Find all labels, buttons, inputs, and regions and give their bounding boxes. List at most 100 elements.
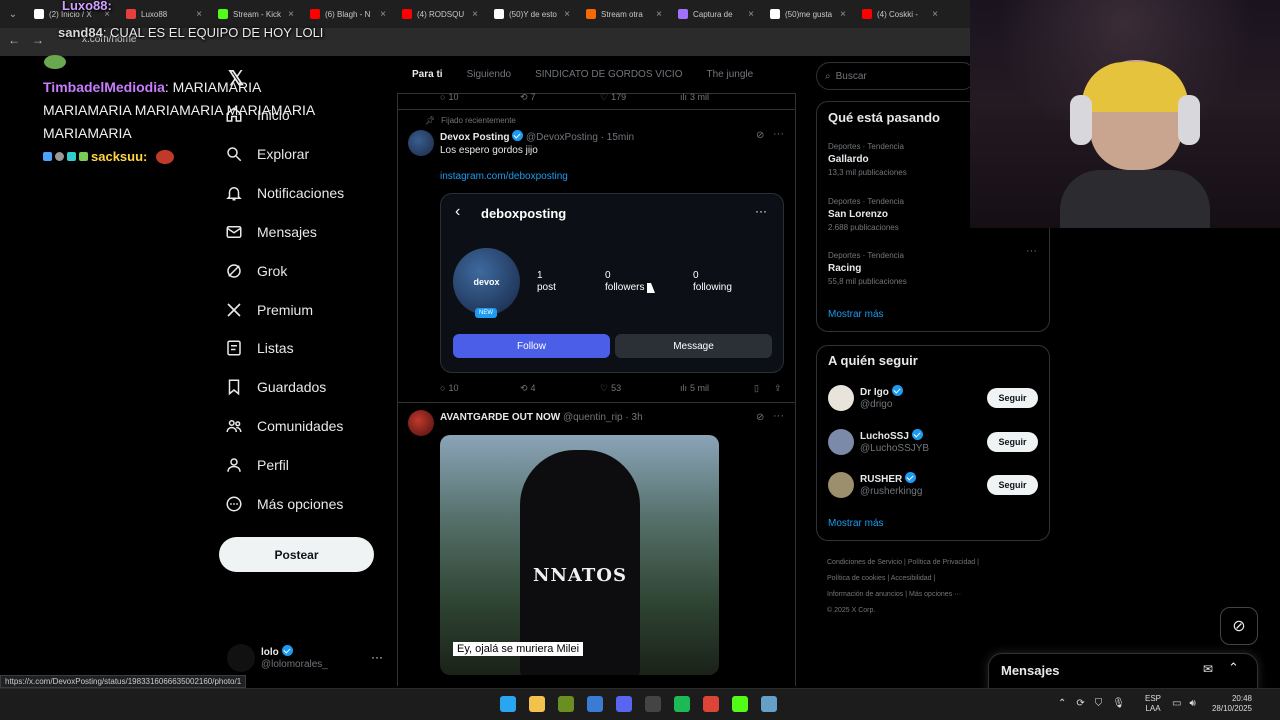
post-avatar[interactable] — [408, 130, 434, 156]
post-link[interactable]: instagram.com/deboxposting — [440, 171, 568, 182]
post-handle[interactable]: @DevoxPosting — [526, 132, 598, 143]
views-button[interactable]: ılı 3 mil — [680, 92, 750, 102]
forward-icon[interactable]: → — [32, 33, 44, 47]
footer-link[interactable]: Información de anuncios — [827, 591, 903, 598]
nav-item-grok[interactable]: Grok — [225, 258, 287, 284]
clock[interactable]: 20:48 28/10/2025 — [1208, 694, 1252, 714]
close-icon[interactable]: × — [748, 9, 754, 20]
nav-item-más-opciones[interactable]: Más opciones — [225, 491, 343, 517]
discord-icon[interactable] — [616, 696, 632, 712]
reply-button[interactable]: ○ 10 — [440, 383, 520, 393]
follow-show-more[interactable]: Mostrar más — [828, 518, 884, 529]
more-icon[interactable]: ··· — [371, 650, 383, 664]
trends-show-more[interactable]: Mostrar más — [828, 309, 884, 320]
volume-icon[interactable]: 🔊︎ — [1189, 698, 1195, 709]
browser-tab[interactable]: Stream - Kick × — [210, 1, 302, 27]
like-button[interactable]: ♡ 179 — [600, 92, 680, 103]
browser-tab[interactable]: (50)me gusta × — [762, 1, 854, 27]
nav-item-explorar[interactable]: Explorar — [225, 141, 309, 167]
close-icon[interactable]: × — [840, 9, 846, 20]
chrome-icon[interactable] — [703, 696, 719, 712]
nav-item-mensajes[interactable]: Mensajes — [225, 219, 317, 245]
post-handle[interactable]: @quentin_rip — [563, 412, 623, 423]
feed-tab[interactable]: Siguiendo — [455, 69, 523, 80]
feed-tab[interactable]: SINDICATO DE GORDOS VICIO — [523, 69, 694, 80]
post-image[interactable]: NNATOS Ey, ojalá se muriera Milei — [440, 435, 719, 675]
bookmark-icon[interactable]: ▯ — [754, 383, 774, 394]
avatar[interactable] — [828, 428, 854, 455]
browser-tab[interactable]: Captura de × — [670, 1, 762, 27]
close-icon[interactable]: × — [196, 9, 202, 20]
nav-item-inicio[interactable]: Inicio — [225, 102, 290, 128]
follow-button[interactable]: Seguir — [987, 431, 1038, 452]
account-switcher[interactable]: lolo — [261, 645, 293, 658]
post-time[interactable]: 3h — [632, 412, 643, 423]
close-icon[interactable]: × — [472, 9, 478, 20]
footer-link[interactable]: Accesibilidad — [891, 575, 932, 582]
x-logo-icon[interactable]: 𝕏 — [228, 66, 244, 91]
browser-tab[interactable]: (4) RODSQU × — [394, 1, 486, 27]
browser-tab[interactable]: (6) Blagh - N × — [302, 1, 394, 27]
follow-name-row[interactable]: Dr Igo — [860, 385, 903, 398]
post-button[interactable]: Postear — [219, 537, 374, 572]
chevron-up-icon[interactable]: ⌃ — [1228, 660, 1239, 676]
windows-start-icon[interactable] — [500, 696, 516, 712]
reply-button[interactable]: ○ 10 — [440, 92, 520, 102]
grok-float-icon[interactable]: ⊘ — [1220, 607, 1258, 645]
close-icon[interactable]: × — [380, 9, 386, 20]
repost-button[interactable]: ⟲ 7 — [520, 92, 600, 103]
file-explorer-icon[interactable] — [529, 696, 545, 712]
feed-tab[interactable]: Para ti — [397, 69, 455, 80]
follow-name-row[interactable]: LuchoSSJ — [860, 428, 923, 442]
spotify-icon[interactable] — [674, 696, 690, 712]
more-icon[interactable]: ··· — [1026, 245, 1037, 257]
grok-icon[interactable]: ⊘ — [756, 130, 764, 141]
post-time[interactable]: 15min — [607, 132, 634, 143]
close-icon[interactable]: × — [932, 9, 938, 20]
footer-link[interactable]: Política de Privacidad — [908, 559, 975, 566]
close-icon[interactable]: × — [656, 9, 662, 20]
avatar[interactable] — [227, 644, 255, 672]
nav-item-premium[interactable]: Premium — [225, 297, 313, 323]
obs-icon[interactable] — [645, 696, 661, 712]
nav-item-guardados[interactable]: Guardados — [225, 374, 326, 400]
avatar[interactable] — [828, 385, 854, 411]
post-avatar[interactable] — [408, 410, 434, 436]
new-message-icon[interactable]: ✉ — [1203, 662, 1213, 676]
steam-alt-icon[interactable] — [761, 696, 777, 712]
browser-tab[interactable]: Luxo88 × — [118, 1, 210, 27]
more-icon[interactable]: ··· — [773, 128, 784, 140]
close-icon[interactable]: × — [288, 9, 294, 20]
views-button[interactable]: ılı 5 mil — [680, 383, 754, 393]
avatar[interactable] — [828, 472, 854, 498]
nav-item-comunidades[interactable]: Comunidades — [225, 413, 343, 439]
feed-tab[interactable]: The jungle — [695, 69, 766, 80]
follow-name-row[interactable]: RUSHER — [860, 472, 917, 485]
search-input[interactable]: ⌕ Buscar — [816, 62, 976, 90]
nav-item-notificaciones[interactable]: Notificaciones — [225, 180, 344, 206]
shield-icon[interactable]: ⛉ — [1095, 698, 1103, 709]
post-author[interactable]: AVANTGARDE OUT NOW — [440, 412, 560, 423]
close-icon[interactable]: × — [564, 9, 570, 20]
footer-link[interactable]: Más opciones ··· — [909, 591, 961, 598]
back-icon[interactable]: ← — [8, 33, 20, 47]
repost-button[interactable]: ⟲ 4 — [520, 383, 600, 394]
browser-tab[interactable]: Stream otra × — [578, 1, 670, 27]
trend-item[interactable]: Deportes · Tendencia Racing 55,8 mil publi… — [828, 245, 1038, 286]
game-icon[interactable] — [558, 696, 574, 712]
footer-link[interactable]: Condiciones de Servicio — [827, 559, 902, 566]
nav-item-listas[interactable]: Listas — [225, 335, 294, 361]
footer-link[interactable]: Política de cookies — [827, 575, 885, 582]
grok-icon[interactable]: ⊘ — [756, 412, 764, 423]
post-author[interactable]: Devox Posting — [440, 132, 509, 143]
browser-tab[interactable]: (50)Y de esto × — [486, 1, 578, 27]
language-indicator[interactable]: ESP LAA — [1145, 694, 1161, 714]
nav-item-perfil[interactable]: Perfil — [225, 452, 289, 478]
browser-tab[interactable]: (4) Coskki - × — [854, 1, 946, 27]
microphone-icon[interactable]: 🎙︎ — [1112, 698, 1125, 709]
follow-button[interactable]: Seguir — [987, 475, 1038, 495]
kick-icon[interactable] — [732, 696, 748, 712]
network-icon[interactable]: ▭ — [1172, 698, 1181, 709]
sync-icon[interactable]: ⟳ — [1076, 698, 1084, 709]
follow-button[interactable]: Seguir — [987, 388, 1038, 408]
